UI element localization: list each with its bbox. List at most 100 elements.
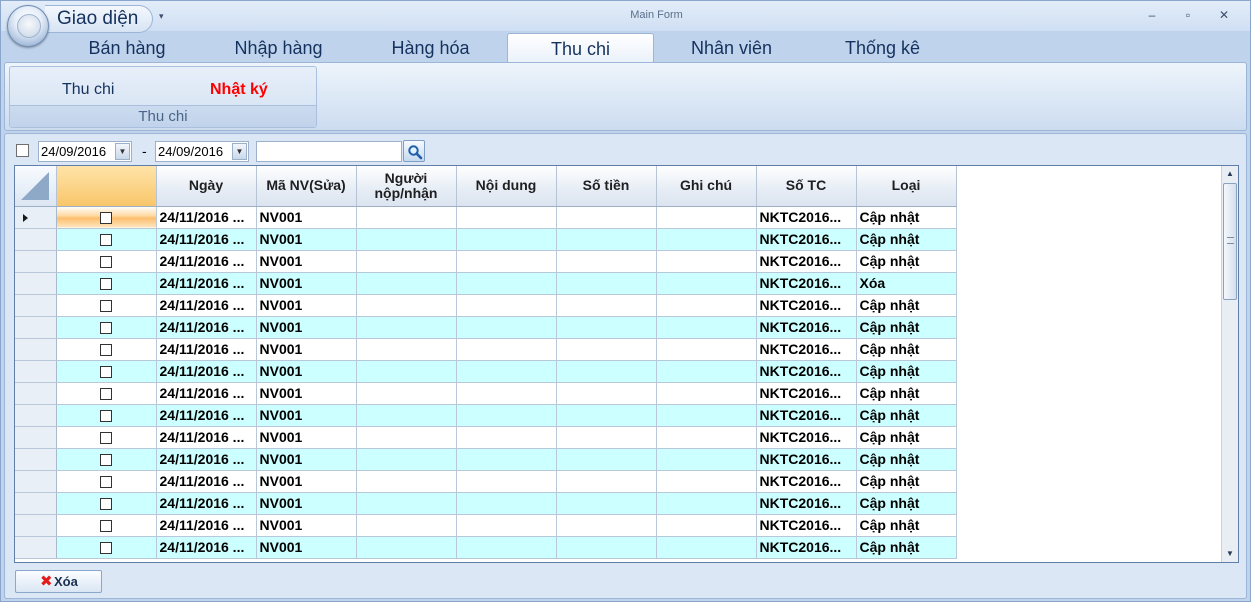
cell-ghi-chu[interactable] [656, 272, 757, 295]
cell-nguoi-nop-nhan[interactable] [356, 426, 457, 449]
cell-ngay[interactable]: 24/11/2016 ... [156, 470, 257, 493]
cell-ma-nv[interactable]: NV001 [256, 294, 357, 317]
cell-ngay[interactable]: 24/11/2016 ... [156, 536, 257, 559]
table-row[interactable]: 24/11/2016 ... NV001 NKTC2016... Cập nhật [15, 426, 957, 449]
cell-ngay[interactable]: 24/11/2016 ... [156, 360, 257, 383]
cell-loai[interactable]: Xóa [856, 272, 957, 295]
cell-ma-nv[interactable]: NV001 [256, 250, 357, 273]
scroll-thumb[interactable] [1223, 183, 1237, 300]
cell-ma-nv[interactable]: NV001 [256, 426, 357, 449]
row-header[interactable] [15, 514, 57, 537]
cell-so-tien[interactable] [556, 250, 657, 273]
table-row[interactable]: 24/11/2016 ... NV001 NKTC2016... Cập nhật [15, 536, 957, 559]
cell-loai[interactable]: Cập nhật [856, 382, 957, 405]
table-row[interactable]: 24/11/2016 ... NV001 NKTC2016... Cập nhật [15, 338, 957, 361]
row-checkbox[interactable] [100, 498, 112, 511]
cell-ghi-chu[interactable] [656, 492, 757, 515]
thu-chi-button[interactable]: Thu chi [62, 75, 114, 105]
cell-ghi-chu[interactable] [656, 404, 757, 427]
col-header-noi-dung[interactable]: Nội dung [456, 166, 557, 207]
cell-noi-dung[interactable] [456, 514, 557, 537]
row-header[interactable] [15, 470, 57, 493]
cell-so-tc[interactable]: NKTC2016... [756, 382, 857, 405]
table-row[interactable]: 24/11/2016 ... NV001 NKTC2016... Cập nhật [15, 294, 957, 317]
cell-ghi-chu[interactable] [656, 426, 757, 449]
row-header[interactable] [15, 382, 57, 405]
cell-so-tien[interactable] [556, 470, 657, 493]
cell-loai[interactable]: Cập nhật [856, 228, 957, 251]
cell-so-tien[interactable] [556, 404, 657, 427]
cell-noi-dung[interactable] [456, 470, 557, 493]
row-header[interactable] [15, 426, 57, 449]
row-header[interactable] [15, 448, 57, 471]
cell-loai[interactable]: Cập nhật [856, 250, 957, 273]
cell-noi-dung[interactable] [456, 272, 557, 295]
from-date-picker[interactable]: 24/09/2016 ▼ [38, 141, 132, 162]
date-filter-checkbox[interactable] [16, 144, 29, 157]
row-checkbox[interactable] [100, 476, 112, 489]
cell-ghi-chu[interactable] [656, 536, 757, 559]
cell-noi-dung[interactable] [456, 338, 557, 361]
cell-so-tien[interactable] [556, 206, 657, 229]
to-date-dropdown-icon[interactable]: ▼ [232, 143, 247, 160]
cell-nguoi-nop-nhan[interactable] [356, 514, 457, 537]
cell-ghi-chu[interactable] [656, 360, 757, 383]
col-header-ghi-chu[interactable]: Ghi chú [656, 166, 757, 207]
row-header[interactable] [15, 294, 57, 317]
cell-so-tc[interactable]: NKTC2016... [756, 536, 857, 559]
cell-loai[interactable]: Cập nhật [856, 536, 957, 559]
row-checkbox[interactable] [100, 278, 112, 291]
cell-ghi-chu[interactable] [656, 228, 757, 251]
application-orb-button[interactable] [7, 5, 49, 47]
cell-so-tc[interactable]: NKTC2016... [756, 404, 857, 427]
cell-loai[interactable]: Cập nhật [856, 294, 957, 317]
row-checkbox[interactable] [100, 322, 112, 335]
cell-loai[interactable]: Cập nhật [856, 206, 957, 229]
cell-nguoi-nop-nhan[interactable] [356, 448, 457, 471]
cell-so-tc[interactable]: NKTC2016... [756, 360, 857, 383]
row-header[interactable] [15, 404, 57, 427]
search-input[interactable] [256, 141, 402, 162]
cell-loai[interactable]: Cập nhật [856, 426, 957, 449]
cell-noi-dung[interactable] [456, 316, 557, 339]
minimize-button[interactable]: – [1134, 6, 1170, 24]
cell-ma-nv[interactable]: NV001 [256, 360, 357, 383]
row-checkbox[interactable] [100, 300, 112, 313]
search-button[interactable] [403, 140, 425, 162]
cell-ngay[interactable]: 24/11/2016 ... [156, 316, 257, 339]
cell-so-tc[interactable]: NKTC2016... [756, 448, 857, 471]
cell-ma-nv[interactable]: NV001 [256, 206, 357, 229]
cell-ma-nv[interactable]: NV001 [256, 470, 357, 493]
cell-so-tc[interactable]: NKTC2016... [756, 228, 857, 251]
tab-ban-hang[interactable]: Bán hàng [56, 33, 198, 63]
row-checkbox[interactable] [100, 234, 112, 247]
cell-ghi-chu[interactable] [656, 382, 757, 405]
col-header-ngay[interactable]: Ngày [156, 166, 257, 207]
cell-ma-nv[interactable]: NV001 [256, 404, 357, 427]
tab-hang-hoa[interactable]: Hàng hóa [358, 33, 503, 63]
cell-so-tien[interactable] [556, 514, 657, 537]
maximize-button[interactable]: ▫ [1170, 6, 1206, 24]
cell-so-tien[interactable] [556, 492, 657, 515]
cell-nguoi-nop-nhan[interactable] [356, 360, 457, 383]
cell-ngay[interactable]: 24/11/2016 ... [156, 492, 257, 515]
col-header-so-tien[interactable]: Số tiền [556, 166, 657, 207]
row-checkbox[interactable] [100, 344, 112, 357]
row-checkbox[interactable] [100, 388, 112, 401]
cell-ngay[interactable]: 24/11/2016 ... [156, 272, 257, 295]
tab-nhan-vien[interactable]: Nhân viên [658, 33, 805, 63]
row-header[interactable] [15, 360, 57, 383]
cell-nguoi-nop-nhan[interactable] [356, 228, 457, 251]
cell-ngay[interactable]: 24/11/2016 ... [156, 294, 257, 317]
cell-ghi-chu[interactable] [656, 514, 757, 537]
cell-so-tien[interactable] [556, 316, 657, 339]
col-header-checkbox[interactable] [56, 166, 157, 207]
cell-ngay[interactable]: 24/11/2016 ... [156, 448, 257, 471]
col-header-loai[interactable]: Loại [856, 166, 957, 207]
cell-ma-nv[interactable]: NV001 [256, 316, 357, 339]
cell-loai[interactable]: Cập nhật [856, 448, 957, 471]
cell-so-tc[interactable]: NKTC2016... [756, 272, 857, 295]
cell-ghi-chu[interactable] [656, 206, 757, 229]
row-header[interactable] [15, 250, 57, 273]
cell-ngay[interactable]: 24/11/2016 ... [156, 228, 257, 251]
